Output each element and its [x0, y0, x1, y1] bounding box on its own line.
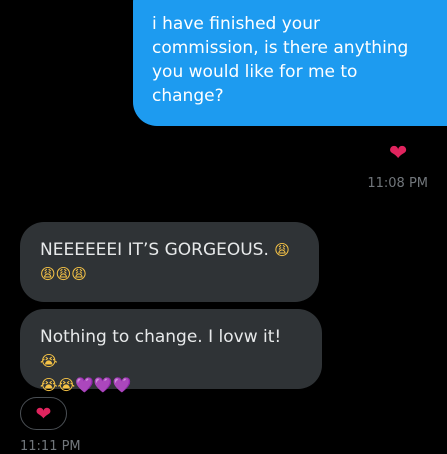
received-message-bubble[interactable]: Nothing to change. I lovw it! 😭 😭😭💜💜💜: [20, 309, 322, 394]
received-message-bubble[interactable]: NEEEEEEI IT’S GORGEOUS. 😩 😩😩😩: [20, 222, 319, 302]
sent-message-bubble[interactable]: i have finished your commission, is ther…: [133, 0, 447, 126]
weary-face-emoji: 😩: [274, 241, 290, 259]
sent-timestamp: 11:08 PM: [367, 176, 428, 191]
received-timestamp: 11:11 PM: [20, 439, 81, 454]
purple-heart-emoji: 💜: [75, 376, 94, 394]
crying-face-emoji: 😭: [40, 376, 58, 394]
crying-face-emoji: 😭: [40, 352, 58, 370]
weary-face-emoji: 😩: [71, 265, 87, 283]
received-message-text: Nothing to change. I lovw it!: [40, 327, 282, 347]
heart-icon[interactable]: ❤: [389, 141, 407, 167]
received-message-text: NEEEEEEI IT’S GORGEOUS.: [40, 240, 269, 260]
crying-face-emoji: 😭: [57, 376, 76, 394]
heart-icon: ❤: [35, 402, 52, 425]
reaction-pill[interactable]: ❤: [20, 397, 67, 430]
sent-message-text: i have finished your commission, is ther…: [152, 14, 409, 106]
purple-heart-emoji: 💜: [112, 376, 132, 394]
weary-face-emoji: 😩: [40, 265, 56, 283]
weary-face-emoji: 😩: [55, 265, 72, 283]
purple-heart-emoji: 💜: [93, 376, 113, 394]
